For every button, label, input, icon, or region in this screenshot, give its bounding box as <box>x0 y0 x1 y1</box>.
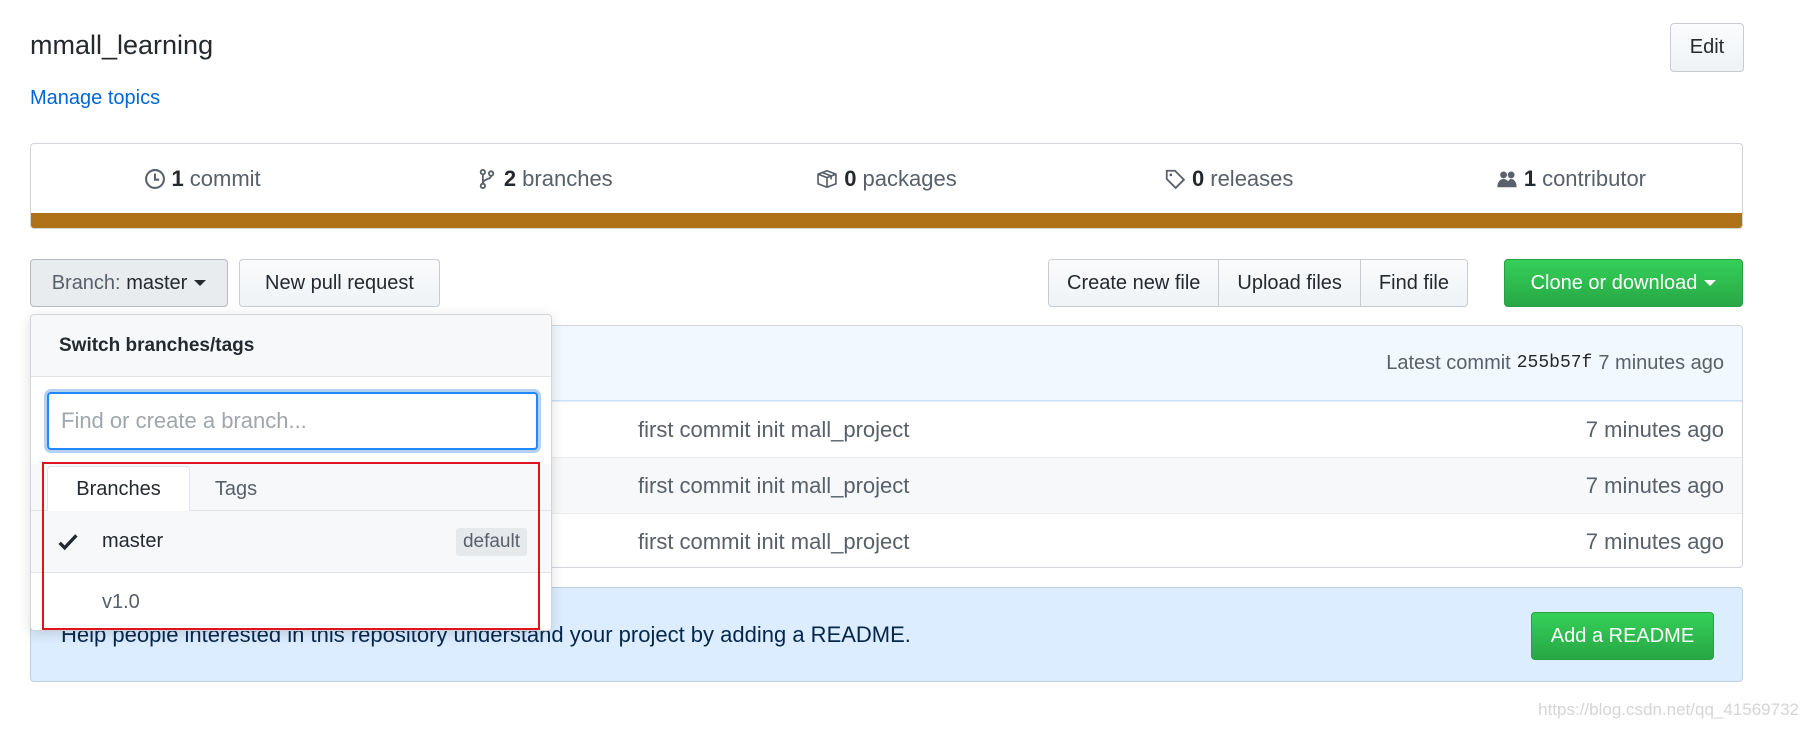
stat-label: branches <box>522 166 613 191</box>
create-new-file-button[interactable]: Create new file <box>1049 260 1220 306</box>
find-file-button[interactable]: Find file <box>1360 260 1467 306</box>
branch-search-input[interactable] <box>47 392 538 450</box>
default-badge: default <box>455 527 527 556</box>
check-icon <box>58 533 78 550</box>
caret-down-icon <box>1704 280 1717 286</box>
stat-packages[interactable]: 0 packages <box>715 166 1057 192</box>
stat-label: packages <box>862 166 957 191</box>
clone-or-download-button[interactable]: Clone or download <box>1504 259 1743 307</box>
stat-releases[interactable]: 0 releases <box>1058 166 1400 192</box>
new-pull-request-button[interactable]: New pull request <box>239 259 440 307</box>
branch-name: master <box>102 530 164 552</box>
branch-name: v1.0 <box>102 591 140 613</box>
latest-commit-label: Latest commit <box>1386 351 1511 374</box>
people-icon <box>1497 171 1517 188</box>
stat-count: 0 <box>844 166 857 191</box>
repo-stats: 1 commit 2 branches 0 packages 0 releases 1c… <box>30 143 1743 229</box>
upload-files-button[interactable]: Upload files <box>1219 260 1361 306</box>
commit-age: 7 minutes ago <box>1585 416 1724 442</box>
dropdown-tabs: Branches Tags <box>31 464 551 512</box>
branch-select-button[interactable]: Branch: master <box>30 259 228 307</box>
commit-age: 7 minutes ago <box>1585 472 1724 498</box>
branch-dropdown: Switch branches/tags Branches Tags maste… <box>30 314 552 631</box>
stat-label: commit <box>189 166 261 191</box>
package-icon <box>817 169 838 189</box>
branch-item-master[interactable]: master default <box>31 511 551 573</box>
current-branch: master <box>126 271 188 294</box>
stat-label: releases <box>1210 166 1294 191</box>
branch-item-v1-0[interactable]: v1.0 <box>31 573 551 630</box>
edit-button[interactable]: Edit <box>1670 23 1744 72</box>
commit-message-link[interactable]: first commit init mall_project <box>638 417 909 443</box>
commit-age: 7 minutes ago <box>1585 528 1724 554</box>
stat-contributors[interactable]: 1 contributor <box>1400 166 1742 192</box>
add-readme-button[interactable]: Add a README <box>1531 612 1714 660</box>
repo-title: mmall_learning <box>30 30 214 60</box>
tab-tags[interactable]: Tags <box>191 466 281 512</box>
latest-commit-age: 7 minutes ago <box>1598 351 1724 374</box>
history-icon <box>144 169 165 189</box>
stat-branches[interactable]: 2 branches <box>373 166 715 192</box>
stat-label: contributor <box>1542 166 1647 191</box>
tag-icon <box>1165 169 1186 190</box>
stat-count: 1 <box>171 166 184 191</box>
language-bar[interactable] <box>31 213 1742 228</box>
clone-label: Clone or download <box>1530 271 1698 294</box>
branch-prefix: Branch: <box>51 271 121 294</box>
stat-count: 2 <box>503 166 517 191</box>
watermark: https://blog.csdn.net/qq_41569732 <box>1538 700 1799 719</box>
stat-count: 0 <box>1192 166 1205 191</box>
stat-count: 1 <box>1523 166 1537 191</box>
commit-message-link[interactable]: first commit init mall_project <box>638 529 909 555</box>
git-branch-icon <box>479 169 495 189</box>
commit-message-link[interactable]: first commit init mall_project <box>638 473 909 499</box>
commit-sha-link[interactable]: 255b57f <box>1517 353 1593 373</box>
file-actions-group: Create new file Upload files Find file <box>1048 259 1468 307</box>
tab-branches[interactable]: Branches <box>47 466 190 512</box>
caret-down-icon <box>194 280 207 286</box>
dropdown-title: Switch branches/tags <box>31 315 551 377</box>
manage-topics-link[interactable]: Manage topics <box>30 87 160 110</box>
stat-commits[interactable]: 1 commit <box>31 166 373 192</box>
